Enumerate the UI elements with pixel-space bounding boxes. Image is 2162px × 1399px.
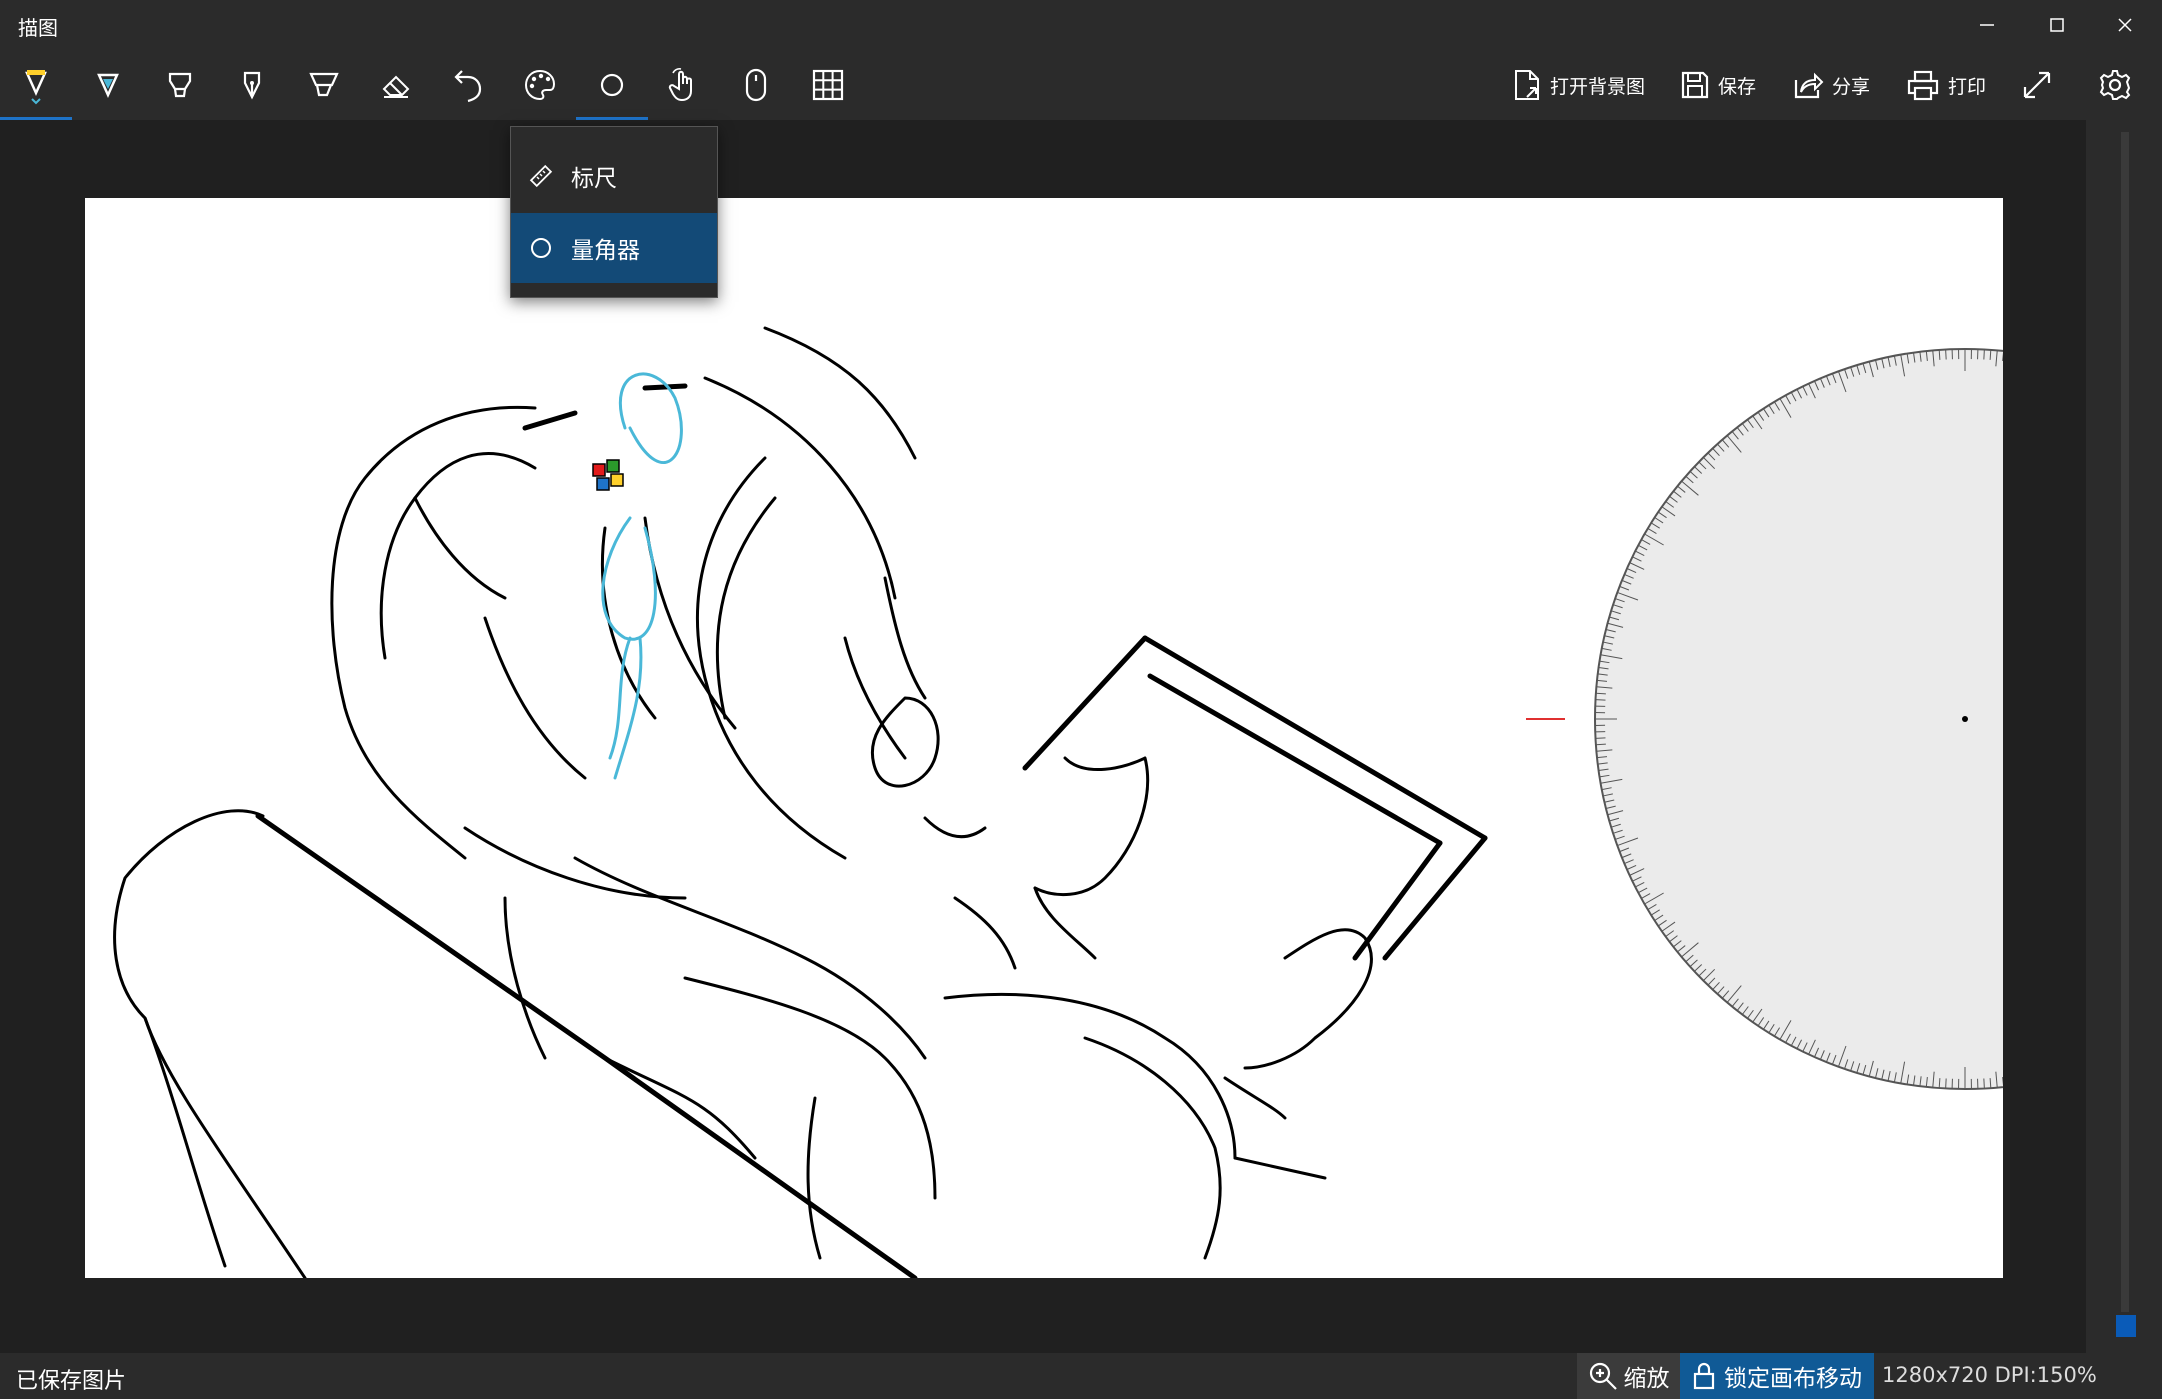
fountain-pen-icon	[243, 71, 261, 100]
settings-button[interactable]	[2080, 50, 2150, 120]
grid-button[interactable]	[792, 50, 864, 120]
palette-icon	[524, 69, 556, 101]
app-title: 描图	[18, 16, 58, 40]
title-bar: 描图	[0, 0, 2162, 50]
lock-canvas-button[interactable]: 锁定画布移动	[1680, 1353, 1874, 1399]
circle-icon	[600, 73, 624, 97]
lock-label: 锁定画布移动	[1724, 1366, 1862, 1392]
zoom-button[interactable]: 缩放	[1577, 1353, 1680, 1399]
canvas-dimensions: 1280x720 DPI:150%	[1882, 1363, 2097, 1387]
protractor-tick	[1989, 349, 1992, 360]
status-message: 已保存图片	[16, 1369, 127, 1394]
eraser-icon	[382, 75, 410, 98]
status-bar: 已保存图片 缩放 锁定画布移动 1280x720 DPI:150%	[0, 1353, 2162, 1399]
save-disk-icon	[1681, 71, 1709, 99]
protractor-tick	[1938, 1078, 1941, 1089]
protractor-tick	[1983, 349, 1985, 360]
drawing-canvas[interactable]	[85, 198, 2003, 1278]
highlighter-icon	[309, 72, 339, 97]
minimize-icon	[1980, 24, 1994, 26]
zoom-in-icon	[1589, 1362, 1617, 1390]
gear-icon	[2099, 70, 2131, 100]
eraser-tool-button[interactable]	[360, 50, 432, 120]
touch-draw-button[interactable]	[648, 50, 720, 120]
maximize-icon	[2050, 18, 2064, 32]
open-background-button[interactable]: 打开背景图	[1512, 60, 1645, 110]
protractor-tool-button[interactable]	[576, 50, 648, 120]
protractor-tick	[1989, 1078, 1992, 1089]
save-label: 保存	[1718, 75, 1757, 98]
pen-tool-button[interactable]	[72, 50, 144, 120]
print-label: 打印	[1948, 75, 1987, 98]
mouse-draw-button[interactable]	[720, 50, 792, 120]
protractor[interactable]	[1525, 338, 2003, 1098]
pencil-yellow-icon	[25, 70, 47, 105]
fullscreen-button[interactable]	[2001, 50, 2073, 120]
marker-icon	[168, 72, 192, 98]
ruler-protractor-menu: 标尺 量角器	[510, 126, 718, 298]
protractor-tick	[1595, 699, 1606, 701]
menu-item-protractor-label: 量角器	[571, 238, 640, 264]
menu-item-ruler-label: 标尺	[571, 166, 617, 192]
protractor-tick	[1595, 692, 1606, 695]
minimize-button[interactable]	[1955, 0, 2019, 50]
touch-hand-icon	[668, 68, 692, 102]
undo-icon	[454, 70, 482, 103]
open-file-icon	[1515, 70, 1539, 100]
pen-blue-icon	[97, 73, 119, 99]
hair-tie-logo	[592, 459, 624, 491]
zoom-label: 缩放	[1623, 1366, 1670, 1392]
close-button[interactable]	[2093, 0, 2157, 50]
scrollbar-track[interactable]	[2121, 132, 2129, 1312]
grid-icon	[812, 69, 844, 101]
protractor-tick	[1595, 743, 1606, 746]
share-icon	[1794, 72, 1824, 99]
menu-item-ruler[interactable]: 标尺	[511, 141, 717, 211]
protractor-icon	[531, 238, 551, 258]
close-icon	[2118, 18, 2132, 32]
save-button[interactable]: 保存	[1680, 60, 1756, 110]
protractor-tick	[1945, 349, 1947, 360]
menu-item-protractor[interactable]: 量角器	[511, 213, 717, 283]
protractor-center	[1962, 716, 1968, 722]
marker-tool-button[interactable]	[144, 50, 216, 120]
fountain-pen-tool-button[interactable]	[216, 50, 288, 120]
lock-icon	[1693, 1362, 1715, 1390]
highlighter-tool-button[interactable]	[288, 50, 360, 120]
undo-button[interactable]	[432, 50, 504, 120]
share-button[interactable]: 分享	[1792, 60, 1870, 110]
print-button[interactable]: 打印	[1906, 60, 1986, 110]
mouse-icon	[745, 68, 767, 102]
open-background-label: 打开背景图	[1550, 75, 1646, 98]
scrollbar-thumb[interactable]	[2116, 1315, 2136, 1337]
protractor-tick	[1595, 737, 1606, 739]
pencil-tool-button[interactable]	[0, 50, 72, 120]
color-palette-button[interactable]	[504, 50, 576, 120]
protractor-tick	[1945, 1078, 1947, 1089]
ruler-icon	[529, 164, 553, 188]
expand-icon	[2023, 71, 2051, 99]
protractor-tick	[1983, 1078, 1985, 1089]
printer-icon	[1907, 70, 1939, 101]
share-label: 分享	[1832, 75, 1871, 98]
toolbar: 打开背景图 保存 分享 打印	[0, 50, 2162, 120]
maximize-button[interactable]	[2025, 0, 2089, 50]
protractor-tick	[1938, 349, 1941, 360]
